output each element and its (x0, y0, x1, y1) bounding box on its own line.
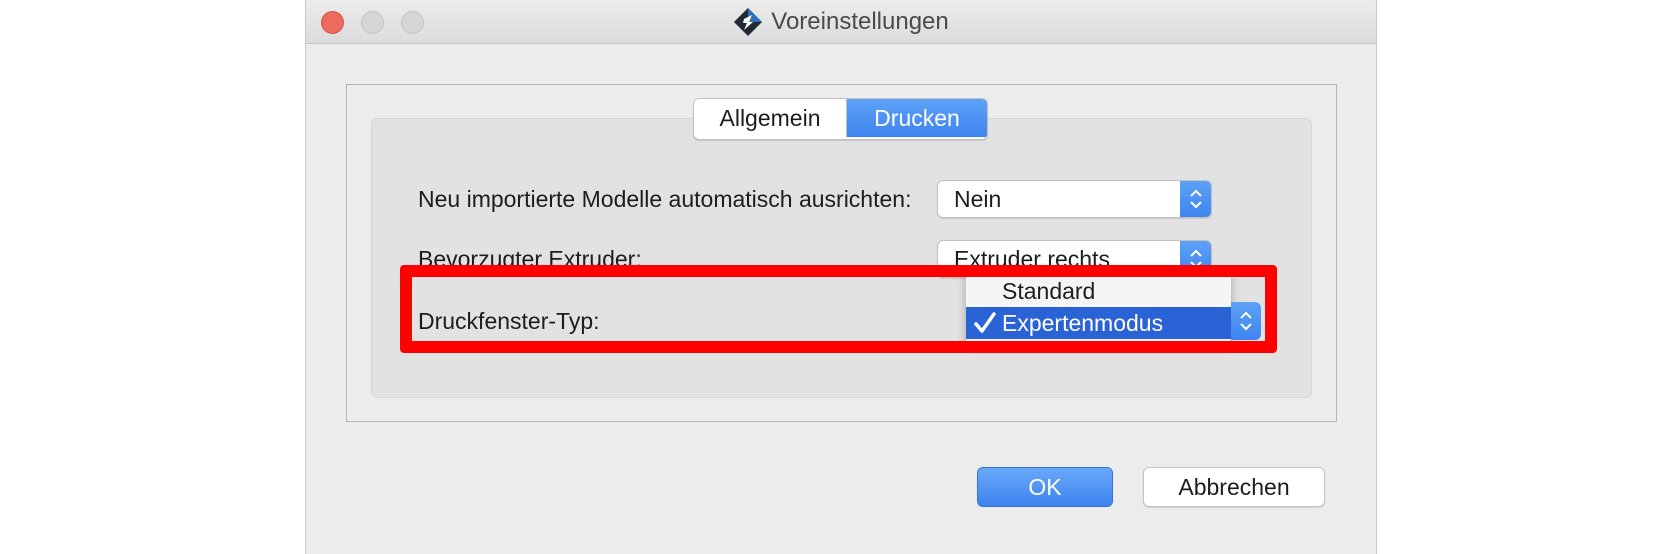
option-standard[interactable]: Standard (966, 275, 1231, 307)
app-logo-icon (734, 8, 763, 36)
window-type-dropdown-menu: Standard Expertenmodus (966, 271, 1231, 342)
option-expertenmodus-label: Expertenmodus (1002, 309, 1164, 336)
auto-align-value: Nein (954, 185, 1002, 212)
window-title: Voreinstellungen (771, 8, 949, 35)
auto-align-stepper[interactable] (1180, 181, 1211, 217)
window-type-label: Druckfenster-Typ: (418, 308, 600, 334)
chevron-up-down-icon (1190, 189, 1202, 209)
ok-button[interactable]: OK (977, 467, 1113, 507)
extruder-value: Extruder rechts (954, 245, 1110, 272)
auto-align-select[interactable]: Nein (937, 180, 1212, 218)
window-type-stepper[interactable] (1231, 302, 1261, 340)
chevron-up-down-icon (1240, 311, 1252, 331)
cancel-button[interactable]: Abbrechen (1143, 467, 1325, 507)
tab-bar: Allgemein Drucken (693, 98, 988, 140)
tab-allgemein[interactable]: Allgemein (694, 99, 847, 137)
extruder-label: Bevorzugter Extruder: (418, 246, 642, 272)
option-expertenmodus[interactable]: Expertenmodus (966, 307, 1231, 339)
title-bar[interactable]: Voreinstellungen (306, 0, 1376, 44)
chevron-up-down-icon (1190, 249, 1202, 269)
preferences-window: Voreinstellungen Allgemein Drucken Neu i… (305, 0, 1377, 554)
checkmark-icon (974, 312, 996, 333)
auto-align-label: Neu importierte Modelle automatisch ausr… (418, 186, 912, 212)
window-title-area: Voreinstellungen (306, 0, 1376, 44)
tab-drucken[interactable]: Drucken (847, 99, 987, 137)
